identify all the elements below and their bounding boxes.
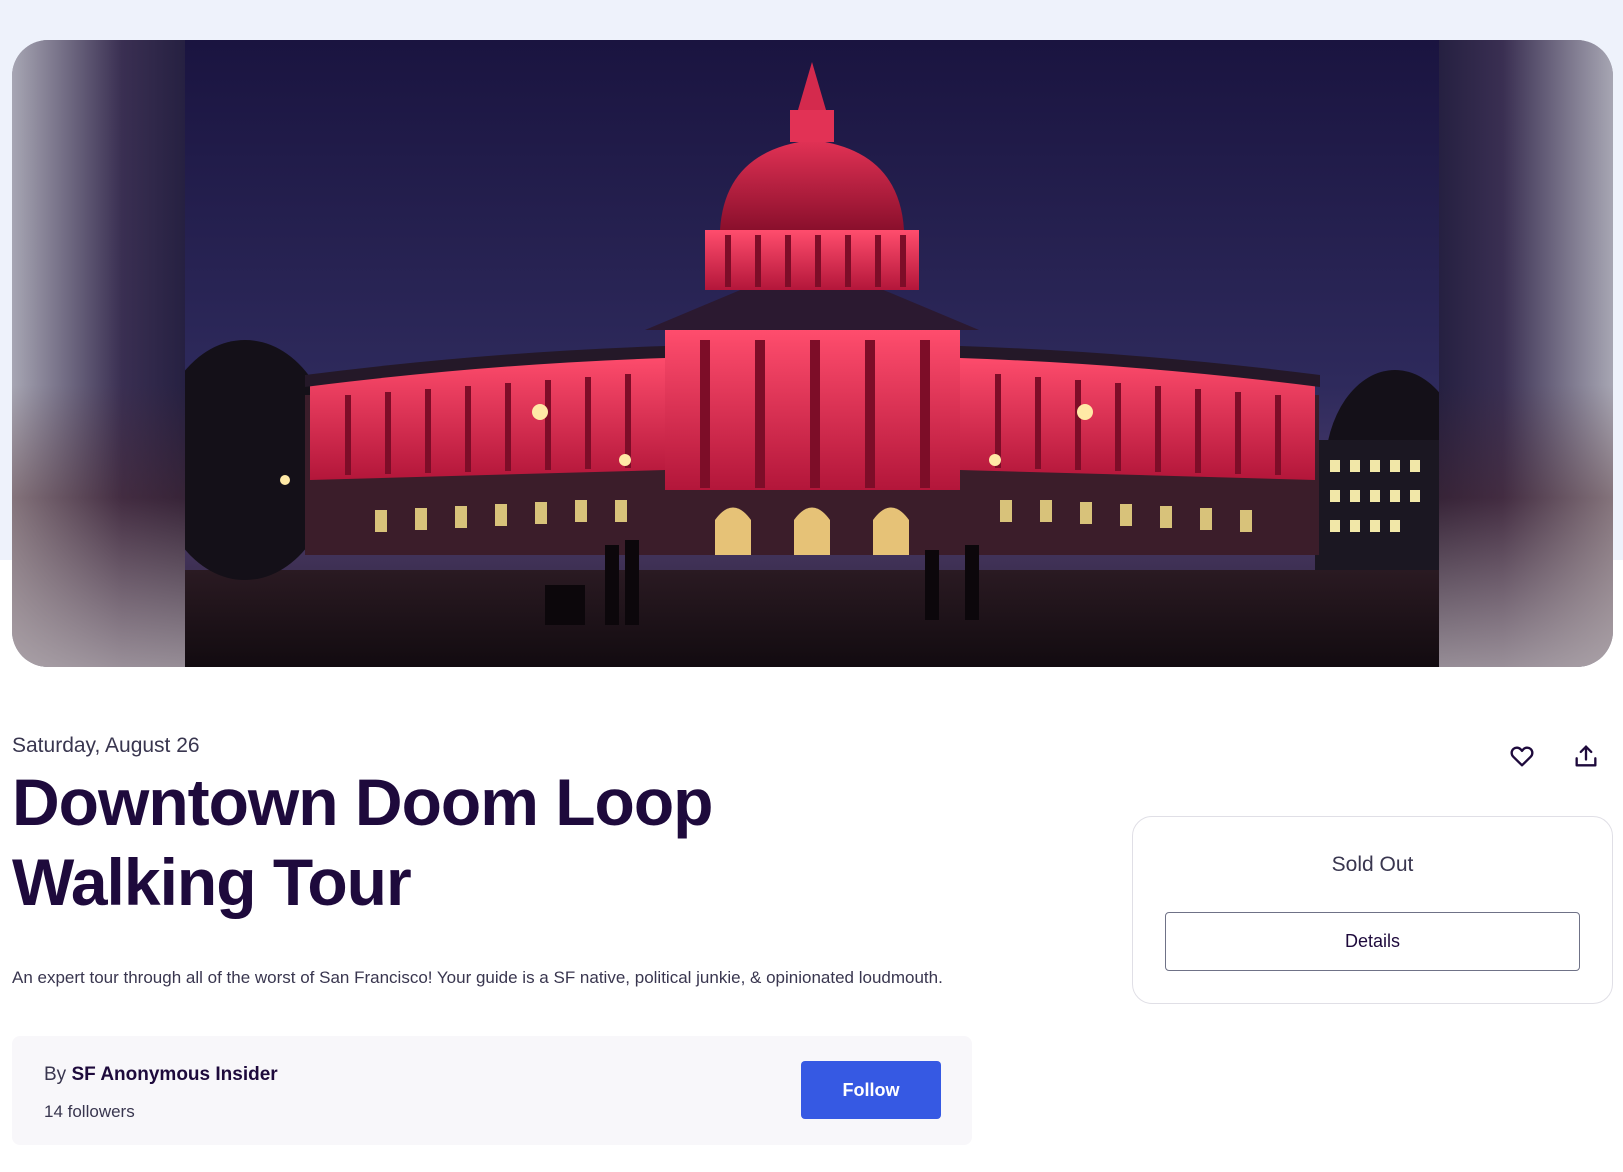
organizer-followers: 14 followers — [44, 1102, 135, 1121]
hero-blur-right — [1413, 40, 1613, 667]
ticket-card: Sold Out Details — [1132, 816, 1613, 1004]
details-button[interactable]: Details — [1165, 912, 1580, 971]
share-button[interactable] — [1568, 738, 1604, 774]
share-upload-icon — [1575, 745, 1597, 767]
organizer-card: By SF Anonymous Insider 14 followers Fol… — [12, 1036, 972, 1145]
follow-button[interactable]: Follow — [801, 1061, 941, 1119]
organizer-by-prefix: By — [44, 1064, 67, 1085]
like-button[interactable] — [1504, 738, 1540, 774]
organizer-byline: By SF Anonymous Insider — [44, 1064, 278, 1086]
event-hero-image — [12, 40, 1613, 667]
organizer-name[interactable]: SF Anonymous Insider — [71, 1064, 277, 1085]
hero-blur-left — [12, 40, 212, 667]
event-date: Saturday, August 26 — [12, 734, 200, 757]
event-summary: An expert tour through all of the worst … — [12, 968, 943, 987]
event-title: Downtown Doom Loop Walking Tour — [12, 765, 714, 919]
city-hall-night-photo — [185, 40, 1439, 667]
ticket-status: Sold Out — [1331, 853, 1414, 876]
heart-icon — [1510, 746, 1534, 767]
